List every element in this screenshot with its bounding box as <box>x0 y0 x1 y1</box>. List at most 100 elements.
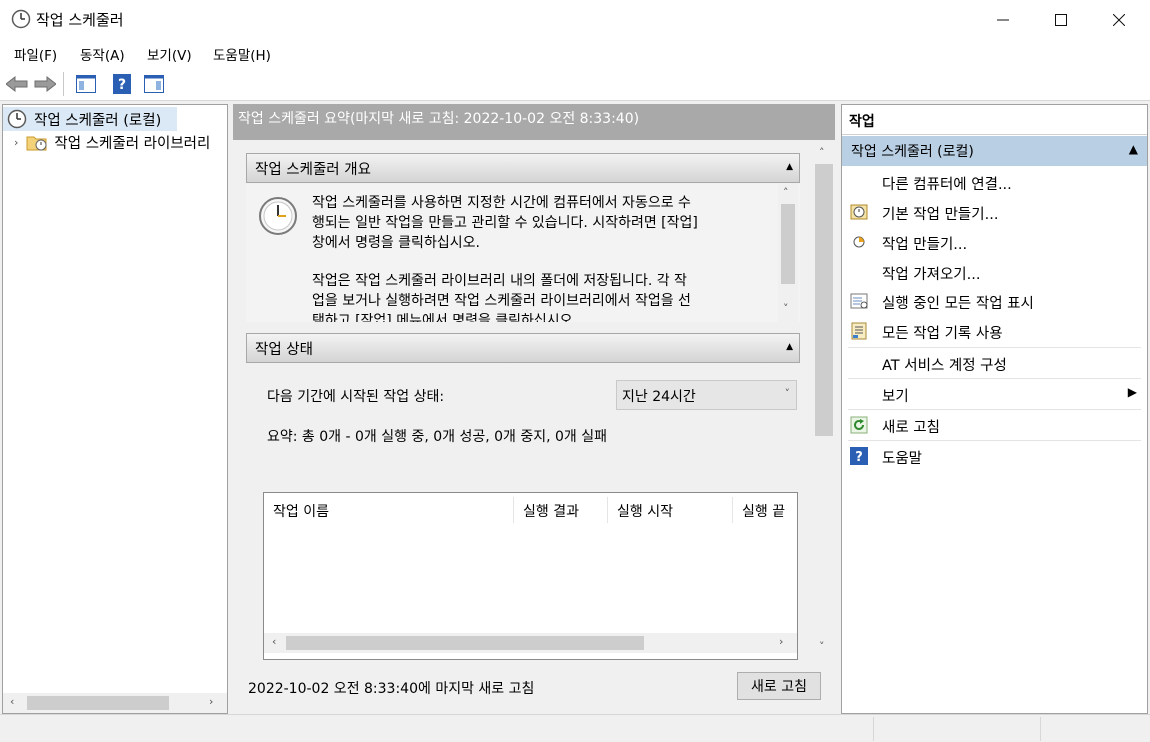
actions-section-header[interactable]: 작업 스케줄러 (로컬) ▲ <box>842 136 1147 166</box>
action-show-running-tasks[interactable]: 실행 중인 모든 작업 표시 <box>842 286 1147 316</box>
tree-item-library[interactable]: › 작업 스케줄러 라이브러리 <box>3 130 227 154</box>
summary-footer: 2022-10-02 오전 8:33:40에 마지막 새로 고침 새로 고침 <box>233 660 835 714</box>
window-title: 작업 스케줄러 <box>36 11 124 29</box>
scroll-thumb[interactable] <box>781 204 795 284</box>
column-header-start[interactable]: 실행 시작 <box>617 501 673 521</box>
expand-arrow-icon[interactable]: › <box>14 136 18 149</box>
refresh-button[interactable]: 새로 고침 <box>737 672 821 700</box>
action-refresh[interactable]: 새로 고침 <box>842 410 1147 440</box>
actions-pane: 작업 작업 스케줄러 (로컬) ▲ 다른 컴퓨터에 연결... 기본 작업 만들… <box>841 104 1148 714</box>
scroll-down-icon[interactable]: ˅ <box>783 302 789 315</box>
period-label: 다음 기간에 시작된 작업 상태: <box>267 389 445 405</box>
status-bar <box>0 714 1150 742</box>
status-section-header[interactable]: 작업 상태 ▲ <box>246 333 800 363</box>
clock-icon <box>7 109 27 129</box>
table-horizontal-scrollbar[interactable]: ‹ › <box>264 633 797 653</box>
svg-text:?: ? <box>855 450 863 465</box>
scroll-thumb[interactable] <box>27 696 169 710</box>
toolbar: ? <box>0 67 1150 101</box>
scroll-up-icon[interactable]: ˄ <box>783 186 789 199</box>
tree-item-root[interactable]: 작업 스케줄러 (로컬) <box>3 107 177 131</box>
status-bar-separator <box>1040 717 1041 741</box>
status-bar-separator <box>873 717 874 741</box>
scroll-left-icon[interactable]: ‹ <box>272 635 276 648</box>
maximize-icon <box>1055 14 1067 26</box>
tree-horizontal-scrollbar[interactable]: ‹ › <box>3 693 227 713</box>
help-icon: ? <box>850 447 868 465</box>
action-view[interactable]: 보기 ▶ <box>842 379 1147 409</box>
actions-title: 작업 <box>842 105 1147 135</box>
overview-paragraph-2: 작업은 작업 스케줄러 라이브러리 내의 폴더에 저장됩니다. 각 작 업을 보… <box>312 273 691 322</box>
back-arrow-icon <box>6 76 28 92</box>
section-title: 작업 상태 <box>255 341 313 358</box>
collapse-up-icon[interactable]: ▲ <box>786 342 793 352</box>
summary-vertical-scrollbar[interactable]: ˄ ˅ <box>813 140 835 660</box>
forward-arrow-icon <box>34 76 56 92</box>
column-divider[interactable] <box>607 497 608 523</box>
overview-body: 작업 스케줄러를 사용하면 지정한 시간에 컴퓨터에서 자동으로 수 행되는 일… <box>246 184 800 322</box>
scroll-up-icon[interactable]: ˄ <box>819 146 825 159</box>
menu-action[interactable]: 동작(A) <box>80 44 125 64</box>
column-divider[interactable] <box>732 497 733 523</box>
clock-icon <box>11 9 31 29</box>
title-bar: 작업 스케줄러 <box>0 0 1150 40</box>
close-icon <box>1113 14 1125 26</box>
basic-task-icon <box>850 204 868 220</box>
console-tree-icon <box>76 75 96 93</box>
close-button[interactable] <box>1090 0 1148 40</box>
help-icon: ? <box>113 74 131 94</box>
back-button[interactable] <box>5 72 29 96</box>
menu-bar: 파일(F) 동작(A) 보기(V) 도움말(H) <box>0 40 1150 67</box>
menu-view[interactable]: 보기(V) <box>147 44 192 64</box>
overview-section-header[interactable]: 작업 스케줄러 개요 ▲ <box>246 153 800 183</box>
scroll-right-icon[interactable]: › <box>209 695 213 708</box>
last-refresh-text: 2022-10-02 오전 8:33:40에 마지막 새로 고침 <box>248 681 535 697</box>
tree-item-label: 작업 스케줄러 (로컬) <box>34 112 162 129</box>
collapse-up-icon[interactable]: ▲ <box>786 162 793 172</box>
scroll-left-icon[interactable]: ‹ <box>10 695 14 708</box>
running-tasks-icon <box>850 293 868 309</box>
section-title: 작업 스케줄러 (로컬) <box>851 144 974 160</box>
maximize-button[interactable] <box>1032 0 1090 40</box>
column-header-end[interactable]: 실행 끝 <box>742 501 797 521</box>
scroll-down-icon[interactable]: ˅ <box>819 640 825 653</box>
status-summary: 요약: 총 0개 - 0개 실행 중, 0개 성공, 0개 중지, 0개 실패 <box>267 429 608 445</box>
action-create-task[interactable]: 작업 만들기... <box>842 227 1147 257</box>
scroll-right-icon[interactable]: › <box>779 635 783 648</box>
action-help[interactable]: ? 도움말 <box>842 441 1147 471</box>
history-icon <box>851 322 867 340</box>
action-configure-at-service[interactable]: AT 서비스 계정 구성 <box>842 348 1147 378</box>
action-import-task[interactable]: 작업 가져오기... <box>842 257 1147 287</box>
overview-vertical-scrollbar[interactable]: ˄ ˅ <box>778 184 798 322</box>
clock-large-icon <box>259 197 297 235</box>
minimize-button[interactable] <box>974 0 1032 40</box>
action-enable-history[interactable]: 모든 작업 기록 사용 <box>842 316 1147 346</box>
help-toolbar-button[interactable]: ? <box>110 72 134 96</box>
action-connect[interactable]: 다른 컴퓨터에 연결... <box>842 167 1147 197</box>
task-status-table: 작업 이름 실행 결과 실행 시작 실행 끝 ‹ › <box>263 492 798 660</box>
chevron-down-icon: ˅ <box>784 387 791 400</box>
column-header-name[interactable]: 작업 이름 <box>273 501 329 521</box>
collapse-up-icon[interactable]: ▲ <box>1129 142 1138 156</box>
period-value: 지난 24시간 <box>622 389 696 405</box>
overview-paragraph-1: 작업 스케줄러를 사용하면 지정한 시간에 컴퓨터에서 자동으로 수 행되는 일… <box>312 195 698 251</box>
menu-help[interactable]: 도움말(H) <box>213 44 271 64</box>
submenu-arrow-icon: ▶ <box>1127 385 1137 399</box>
column-header-result[interactable]: 실행 결과 <box>523 501 579 521</box>
forward-button[interactable] <box>33 72 57 96</box>
section-title: 작업 스케줄러 개요 <box>255 161 371 178</box>
show-hide-action-pane-button[interactable] <box>142 72 166 96</box>
scroll-thumb[interactable] <box>286 636 644 650</box>
period-dropdown[interactable]: 지난 24시간 ˅ <box>616 380 797 410</box>
action-pane-icon <box>144 75 164 93</box>
refresh-icon <box>850 416 868 434</box>
scroll-thumb[interactable] <box>815 164 833 436</box>
action-create-basic-task[interactable]: 기본 작업 만들기... <box>842 197 1147 227</box>
column-divider[interactable] <box>513 497 514 523</box>
svg-text:?: ? <box>118 77 126 93</box>
folder-clock-icon <box>26 136 47 151</box>
show-hide-tree-button[interactable] <box>74 72 98 96</box>
tree-item-label: 작업 스케줄러 라이브러리 <box>54 135 211 152</box>
menu-file[interactable]: 파일(F) <box>14 44 57 64</box>
summary-header: 작업 스케줄러 요약(마지막 새로 고침: 2022-10-02 오전 8:33… <box>233 104 835 140</box>
